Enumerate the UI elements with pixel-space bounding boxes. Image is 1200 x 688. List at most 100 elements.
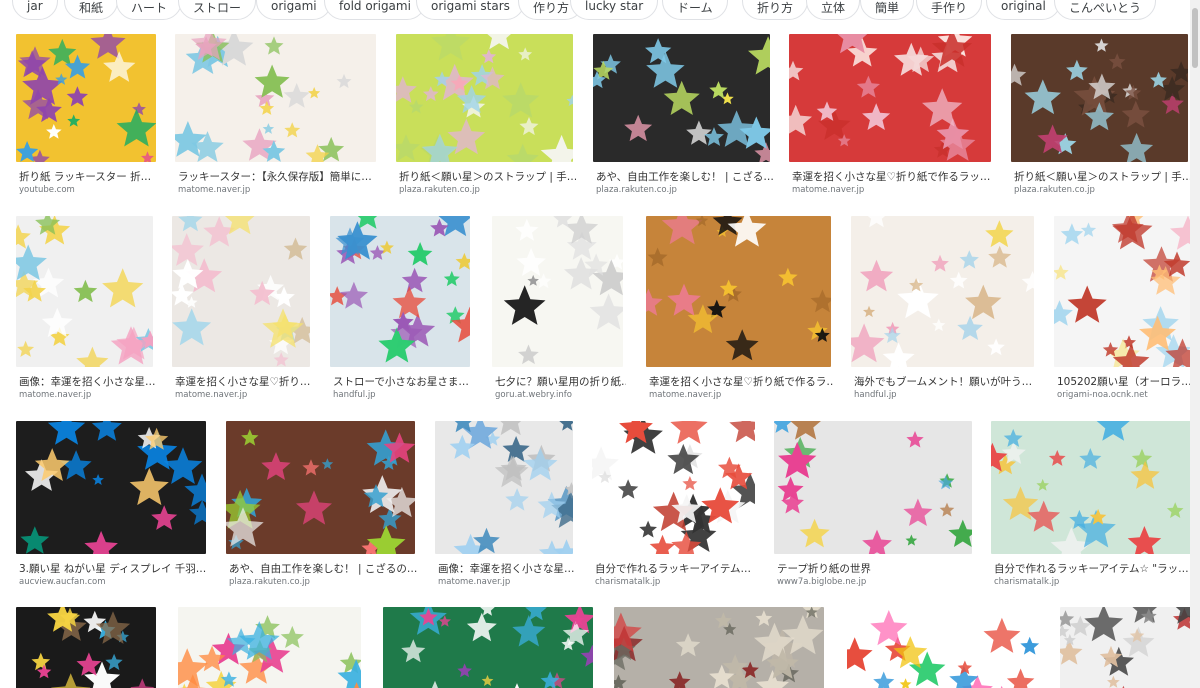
image-result-source[interactable]: youtube.com	[19, 185, 75, 195]
image-thumbnail[interactable]	[774, 421, 972, 554]
related-search-chip[interactable]: ハート	[116, 0, 183, 20]
paper-star-shape	[1054, 264, 1069, 280]
paper-star-shape	[566, 94, 573, 107]
image-result-source[interactable]: plaza.rakuten.co.jp	[229, 577, 310, 587]
image-result-source[interactable]: matome.naver.jp	[792, 185, 864, 195]
related-search-chip[interactable]: 和紙	[64, 0, 119, 20]
related-search-chip[interactable]: original	[986, 0, 1061, 20]
image-result-source[interactable]: plaza.rakuten.co.jp	[399, 185, 480, 195]
image-thumbnail[interactable]	[226, 421, 415, 554]
paper-star-shape	[1021, 271, 1034, 292]
paper-star-shape	[867, 216, 886, 228]
image-result-title[interactable]: あや、自由工作を楽しむ！ | こざる…	[596, 169, 773, 184]
image-thumbnail[interactable]	[383, 607, 593, 688]
image-result-title[interactable]: 画像：幸運を招く小さな星…	[438, 561, 576, 576]
image-result-title[interactable]: 折り紙＜願い星＞のストラップ | 手…	[1014, 169, 1191, 184]
paper-star-shape	[755, 610, 773, 626]
image-result-title[interactable]: 折り紙 ラッキースター 折…	[19, 169, 159, 184]
image-thumbnail[interactable]	[847, 607, 1042, 688]
related-search-chip[interactable]: 簡単	[860, 0, 915, 20]
image-result-source[interactable]: matome.naver.jp	[19, 390, 91, 400]
related-search-chip[interactable]: origami	[256, 0, 332, 20]
image-result-title[interactable]: 105202願い星（オーロラ…	[1057, 374, 1195, 389]
image-thumbnail[interactable]	[16, 607, 156, 688]
related-search-chip[interactable]: こんぺいとう	[1054, 0, 1157, 20]
image-result-title[interactable]: 幸運を招く小さな星♡折り紙で作るラ…	[649, 374, 834, 389]
image-result-source[interactable]: www7a.biglobe.ne.jp	[777, 577, 866, 587]
image-thumbnail[interactable]	[1060, 607, 1195, 688]
related-search-chip[interactable]: jar	[12, 0, 58, 20]
paper-star-shape	[518, 344, 539, 365]
image-result-title[interactable]: 七夕に？願い星用の折り紙…	[495, 374, 626, 389]
image-result-source[interactable]: matome.naver.jp	[438, 577, 510, 587]
image-result-source[interactable]: matome.naver.jp	[649, 390, 721, 400]
image-result-source[interactable]: matome.naver.jp	[175, 390, 247, 400]
image-thumbnail[interactable]	[593, 34, 770, 162]
paper-star-shape	[339, 281, 368, 309]
related-search-chip[interactable]: 手作り	[916, 0, 983, 20]
image-result-title[interactable]: 幸運を招く小さな星♡折り…	[175, 374, 313, 389]
image-result-source[interactable]: charismatalk.jp	[994, 577, 1059, 587]
image-thumbnail[interactable]	[16, 421, 206, 554]
paper-star-shape	[870, 610, 908, 646]
image-result-source[interactable]: matome.naver.jp	[178, 185, 250, 195]
scrollbar-thumb[interactable]	[1192, 8, 1198, 68]
image-result-source[interactable]: aucview.aucfan.com	[19, 577, 105, 587]
paper-star-shape	[959, 250, 979, 269]
image-thumbnail[interactable]	[1054, 216, 1192, 367]
thumbnail-artwork	[614, 607, 824, 688]
related-search-chip[interactable]: lucky star	[570, 0, 659, 20]
image-result-source[interactable]: plaza.rakuten.co.jp	[596, 185, 677, 195]
image-result-title[interactable]: 自分で作れるラッキーアイテム☆ "ラッ…	[994, 561, 1194, 576]
image-result-source[interactable]: handful.jp	[333, 390, 376, 400]
thumbnail-artwork	[172, 216, 310, 367]
paper-star-shape	[663, 80, 700, 115]
image-thumbnail[interactable]	[614, 607, 824, 688]
related-search-chip[interactable]: fold origami	[324, 0, 426, 20]
paper-star-shape	[67, 114, 81, 127]
image-result-title[interactable]: あや、自由工作を楽しむ！ | こざるの…	[229, 561, 418, 576]
image-thumbnail[interactable]	[16, 216, 153, 367]
paper-star-shape	[129, 467, 169, 506]
image-thumbnail[interactable]	[646, 216, 831, 367]
image-result-title[interactable]: ラッキースター：【永久保存版】簡単に…	[178, 169, 379, 184]
related-search-chip[interactable]: 立体	[806, 0, 861, 20]
image-thumbnail[interactable]	[172, 216, 310, 367]
paper-star-shape	[449, 434, 475, 459]
paper-star-shape	[141, 151, 154, 162]
image-thumbnail[interactable]	[851, 216, 1034, 367]
paper-star-shape	[512, 615, 546, 647]
image-thumbnail[interactable]	[492, 216, 623, 367]
image-result-title[interactable]: 3.願い星 ねがい星 ディスプレイ 千羽…	[19, 561, 209, 576]
image-thumbnail[interactable]	[789, 34, 991, 162]
related-search-chip[interactable]: ストロー	[178, 0, 257, 20]
related-search-chip[interactable]: origami stars	[416, 0, 525, 20]
paper-star-shape	[280, 625, 304, 648]
image-thumbnail[interactable]	[178, 607, 361, 688]
image-result-title[interactable]: 自分で作れるラッキーアイテム…	[595, 561, 758, 576]
image-result-title[interactable]: 画像：幸運を招く小さな星…	[19, 374, 156, 389]
related-searches-chip-row: jar 和紙 ハート ストロー origami fold origami origami s…	[0, 0, 1200, 22]
image-result-title[interactable]: テープ折り紙の世界	[777, 561, 975, 576]
image-result-title[interactable]: 海外でもブームメント！願いが叶う…	[854, 374, 1037, 389]
image-thumbnail[interactable]	[396, 34, 573, 162]
image-thumbnail[interactable]	[330, 216, 470, 367]
related-search-chip[interactable]: 折り方	[742, 0, 809, 20]
image-result-source[interactable]: charismatalk.jp	[595, 577, 660, 587]
image-result-source[interactable]: plaza.rakuten.co.jp	[1014, 185, 1095, 195]
image-thumbnail[interactable]	[991, 421, 1191, 554]
image-thumbnail[interactable]	[16, 34, 156, 162]
image-thumbnail[interactable]	[175, 34, 376, 162]
image-result-source[interactable]: goru.at.webry.info	[495, 390, 572, 400]
paper-star-shape	[457, 663, 472, 678]
image-result-title[interactable]: 幸運を招く小さな星♡折り紙で作るラッ…	[792, 169, 994, 184]
image-thumbnail[interactable]	[592, 421, 755, 554]
image-result-title[interactable]: 折り紙＜願い星＞のストラップ | 手…	[399, 169, 576, 184]
image-result-title[interactable]: ストローで小さなお星さま…	[333, 374, 473, 389]
image-result-source[interactable]: handful.jp	[854, 390, 897, 400]
image-thumbnail[interactable]	[435, 421, 573, 554]
image-result-source[interactable]: origami-noa.ocnk.net	[1057, 390, 1148, 400]
scrollbar[interactable]	[1190, 0, 1200, 688]
related-search-chip[interactable]: ドーム	[662, 0, 728, 20]
image-thumbnail[interactable]	[1011, 34, 1188, 162]
